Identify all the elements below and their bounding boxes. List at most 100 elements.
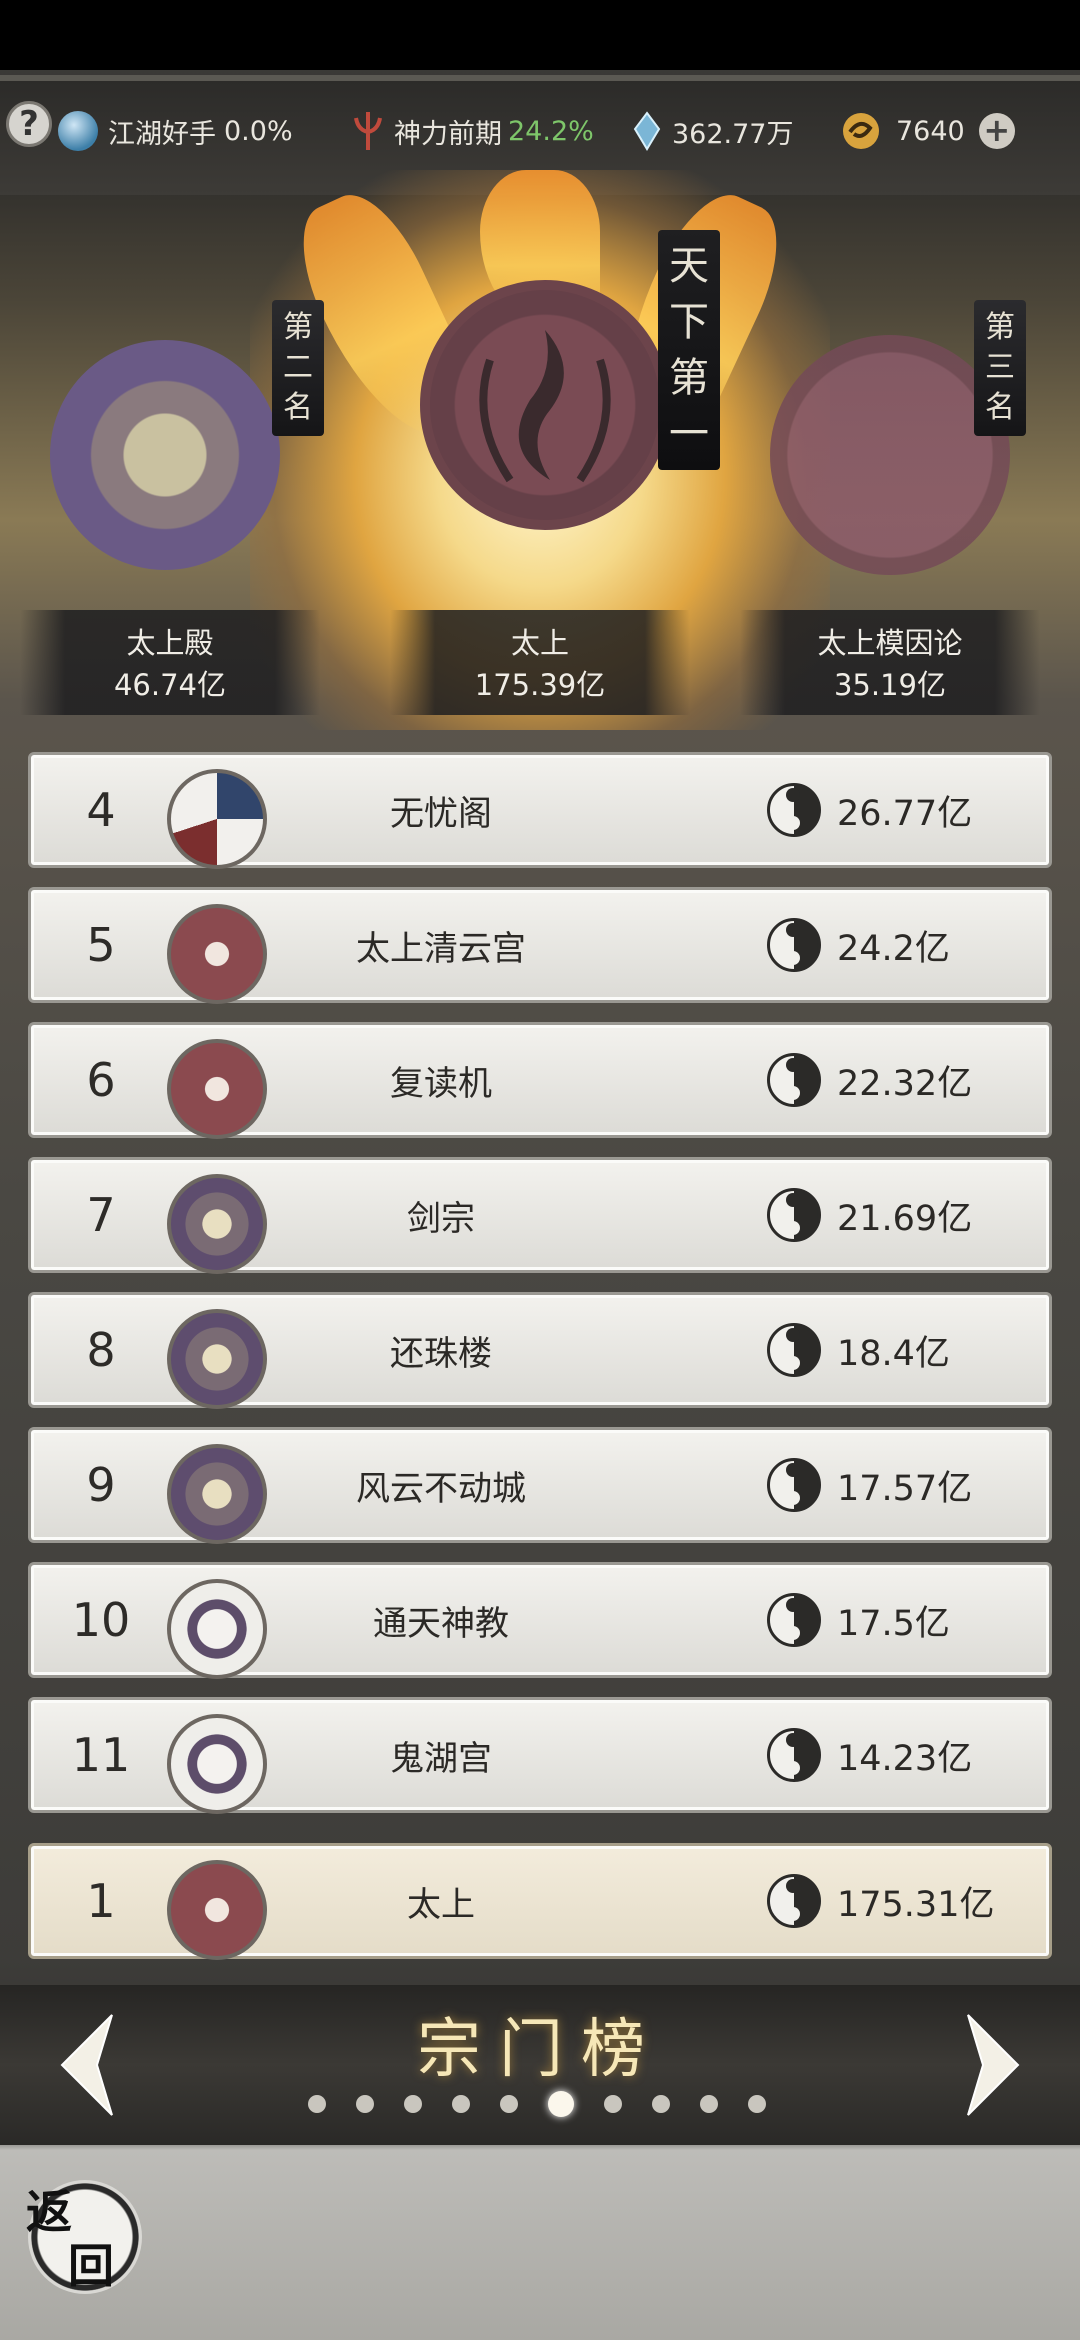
sect-score: 14.23亿 (837, 1738, 973, 1779)
ranking-row[interactable]: 7 剑宗 21.69亿 (28, 1157, 1052, 1274)
yin-yang-icon (767, 1874, 821, 1928)
page-dot[interactable] (308, 2095, 326, 2113)
third-place-plate: 太上模因论 35.19亿 (740, 610, 1040, 715)
third-place-tag: 第三名 (974, 300, 1026, 436)
rank-number: 10 (71, 1593, 131, 1647)
page-dot-active[interactable] (548, 2091, 574, 2117)
sect-name: 还珠楼 (390, 1333, 492, 1374)
page-dot[interactable] (452, 2095, 470, 2113)
sect-score: 22.32亿 (837, 1063, 973, 1104)
rose-crest-icon (167, 1174, 267, 1274)
gem-status[interactable]: 362.77万 (632, 101, 793, 161)
yin-yang-icon (767, 1728, 821, 1782)
ranking-row[interactable]: 8 还珠楼 18.4亿 (28, 1292, 1052, 1409)
back-label-1: 返 (26, 2185, 72, 2239)
koi-icon (167, 769, 267, 869)
sect-score: 21.69亿 (837, 1198, 973, 1239)
board-title: 宗门榜 (417, 2013, 663, 2087)
yin-yang-icon (767, 1188, 821, 1242)
leaderboard-screen: ? 江湖好手 0.0% 神力前期 24.2% 362.77万 7640 + 第二… (0, 0, 1080, 2340)
third-place-tag-text: 第三名 (985, 310, 1015, 425)
realm-icon (58, 111, 98, 151)
power-value: 24.2% (508, 115, 594, 147)
flame-crest-icon (167, 1039, 267, 1139)
page-dot[interactable] (356, 2095, 374, 2113)
ranking-row[interactable]: 10 通天神教 17.5亿 (28, 1562, 1052, 1679)
power-label: 神力前期 (394, 118, 502, 150)
rank-number: 4 (86, 783, 116, 837)
yin-yang-icon (767, 1458, 821, 1512)
dragon-crest-icon (167, 1579, 267, 1679)
sect-score: 24.2亿 (837, 928, 950, 969)
ranking-row[interactable]: 5 太上清云宫 24.2亿 (28, 887, 1052, 1004)
second-place-name: 太上殿 (126, 626, 214, 660)
rank-number: 5 (86, 918, 116, 972)
ranking-row[interactable]: 11 鬼湖宫 14.23亿 (28, 1697, 1052, 1814)
first-place-tag-text: 天下第一 (669, 243, 709, 457)
add-coin-button[interactable]: + (978, 113, 1015, 149)
sect-name: 风云不动城 (356, 1468, 526, 1509)
ranking-row[interactable]: 9 风云不动城 17.57亿 (28, 1427, 1052, 1544)
second-place-tag: 第二名 (272, 300, 324, 436)
trident-icon (354, 112, 382, 150)
my-sect-row[interactable]: 1 太上 175.31亿 (28, 1843, 1052, 1960)
yin-yang-icon (767, 1593, 821, 1647)
back-label-2: 回 (68, 2239, 114, 2293)
page-dot[interactable] (652, 2095, 670, 2113)
dragon-crest-icon (167, 1714, 267, 1814)
gem-value: 362.77万 (672, 118, 794, 150)
first-place-plate: 太上 175.39亿 (390, 610, 690, 715)
first-place-score: 175.39亿 (474, 668, 606, 702)
rose-crest-icon (167, 1444, 267, 1544)
coin-icon (843, 113, 879, 149)
power-status[interactable]: 神力前期 24.2% (350, 101, 594, 161)
realm-status[interactable]: 江湖好手 0.0% (58, 101, 293, 161)
rank-number: 9 (86, 1458, 116, 1512)
sect-name: 鬼湖宫 (390, 1738, 492, 1779)
my-sect-name: 太上 (407, 1884, 475, 1925)
rose-crest-icon (167, 1309, 267, 1409)
page-dot[interactable] (500, 2095, 518, 2113)
first-place-tag: 天下第一 (658, 230, 720, 470)
second-place-plate: 太上殿 46.74亿 (20, 610, 320, 715)
next-board-arrow-icon[interactable] (958, 2010, 1028, 2120)
crystal-icon (633, 111, 661, 151)
my-rank-number: 1 (86, 1874, 116, 1928)
sect-name: 复读机 (390, 1063, 492, 1104)
sect-score: 17.5亿 (837, 1603, 950, 1644)
yin-yang-icon (767, 1053, 821, 1107)
first-place-emblem[interactable] (420, 280, 670, 530)
page-dot[interactable] (748, 2095, 766, 2113)
first-place-name: 太上 (510, 626, 569, 660)
sect-score: 18.4亿 (837, 1333, 950, 1374)
page-indicator (308, 2091, 766, 2117)
yin-yang-icon (767, 1323, 821, 1377)
ranking-row[interactable]: 6 复读机 22.32亿 (28, 1022, 1052, 1139)
rank-number: 6 (86, 1053, 116, 1107)
yin-yang-icon (767, 918, 821, 972)
yin-yang-icon (767, 783, 821, 837)
help-icon[interactable]: ? (6, 101, 52, 147)
realm-value: 0.0% (224, 115, 293, 147)
page-dot[interactable] (700, 2095, 718, 2113)
sect-name: 通天神教 (373, 1603, 509, 1644)
second-place-score: 46.74亿 (113, 668, 227, 702)
flame-crest-icon (479, 330, 611, 483)
ranking-row[interactable]: 4 无忧阁 26.77亿 (28, 752, 1052, 869)
coin-value: 7640 (896, 115, 965, 147)
sect-score: 17.57亿 (837, 1468, 973, 1509)
flame-crest-icon (167, 1860, 267, 1960)
sect-name: 太上清云宫 (356, 928, 526, 969)
coin-status[interactable]: 7640 + (840, 101, 1015, 161)
page-dot[interactable] (604, 2095, 622, 2113)
page-dot[interactable] (404, 2095, 422, 2113)
realm-label: 江湖好手 (108, 118, 216, 150)
prev-board-arrow-icon[interactable] (52, 2010, 122, 2120)
sect-name: 剑宗 (407, 1198, 475, 1239)
rank-number: 7 (86, 1188, 116, 1242)
back-button[interactable]: 返 回 (26, 2180, 142, 2294)
third-place-score: 35.19亿 (833, 668, 947, 702)
flame-crest-icon (167, 904, 267, 1004)
sect-name: 无忧阁 (390, 793, 492, 834)
top-three-podium: 第二名 天下第一 第三名 太上殿 46.74亿 太上 175.39亿 太上模因论… (0, 170, 1080, 730)
